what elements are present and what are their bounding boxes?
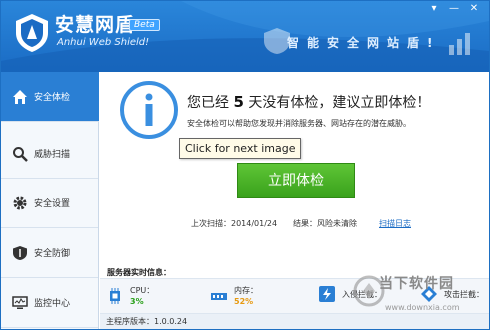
sidebar-item-security-settings[interactable]: 安全设置 — [1, 178, 98, 228]
monitor-section-title: 服务器实时信息： — [107, 268, 171, 277]
memory-value: 52% — [234, 297, 254, 306]
shield-icon — [11, 244, 29, 262]
info-icon — [120, 81, 178, 139]
headline-suffix: 天没有体检，建议立即体检！ — [248, 95, 431, 111]
tooltip: Click for next image — [179, 138, 302, 159]
home-icon — [11, 88, 29, 106]
intrusion-icon — [319, 286, 335, 302]
memory-icon — [211, 293, 227, 300]
cpu-value: 3% — [130, 297, 144, 306]
minimize-button[interactable]: — — [447, 3, 461, 15]
watermark-url: www.downxia.com — [385, 303, 460, 312]
sidebar-item-threat-scan[interactable]: 威胁扫描 — [1, 129, 98, 179]
slogan: 智能安全网站盾! — [287, 36, 441, 50]
app-title: 安慧网盾 — [55, 14, 136, 36]
last-scan-date: 上次扫描：2014/01/24 — [191, 219, 278, 228]
cpu-icon — [110, 288, 120, 304]
close-button[interactable]: ✕ — [467, 3, 481, 15]
scan-log-link[interactable]: 扫描日志 — [379, 218, 411, 229]
scan-now-button[interactable]: 立即体检 — [237, 163, 355, 198]
app-window: 安慧网盾 Beta Anhui Web Shield! 智能安全网站盾! ▾ —… — [0, 0, 490, 330]
beta-badge: Beta — [129, 19, 160, 31]
menu-dropdown-button[interactable]: ▾ — [427, 3, 441, 15]
app-logo-icon — [16, 14, 48, 52]
days-count: 5 — [233, 93, 244, 111]
cpu-stat: CPU： 3% — [106, 285, 154, 307]
title-bar[interactable]: 安慧网盾 Beta Anhui Web Shield! 智能安全网站盾! ▾ —… — [1, 1, 489, 72]
sidebar-item-monitor-center[interactable]: 监控中心 — [1, 278, 98, 328]
memory-label: 内存： — [234, 286, 258, 295]
headline-prefix: 您已经 — [187, 95, 229, 111]
sidebar-item-label: 安全体检 — [34, 93, 71, 103]
sidebar: 安全体检 威胁扫描 安全设置 安全防御 监控中心 — [1, 72, 107, 329]
sidebar-item-label: 安全设置 — [34, 199, 71, 209]
gear-icon — [11, 194, 29, 212]
sidebar-item-security-defense[interactable]: 安全防御 — [1, 228, 98, 278]
sidebar-item-health-check[interactable]: 安全体检 — [1, 72, 107, 122]
sidebar-item-label: 安全防御 — [34, 249, 71, 259]
monitor-icon — [11, 294, 29, 312]
window-controls: ▾ — ✕ — [427, 3, 481, 15]
headline: 您已经 5 天没有体检，建议立即体检！ — [187, 92, 430, 112]
sidebar-item-label: 监控中心 — [34, 299, 71, 309]
sidebar-item-label: 威胁扫描 — [34, 150, 71, 160]
magnifier-icon — [11, 145, 29, 163]
app-subtitle: Anhui Web Shield! — [57, 37, 150, 48]
bar-chart-icon — [449, 33, 470, 55]
description: 安全体检可以帮助您发现并消除服务器、网站存在的潜在威胁。 — [187, 119, 411, 128]
watermark-text: 当下软件园 — [379, 276, 454, 292]
memory-stat: 内存： 52% — [210, 285, 258, 307]
cpu-label: CPU： — [130, 286, 155, 295]
scan-result: 结果：风险未清除 — [293, 219, 357, 228]
